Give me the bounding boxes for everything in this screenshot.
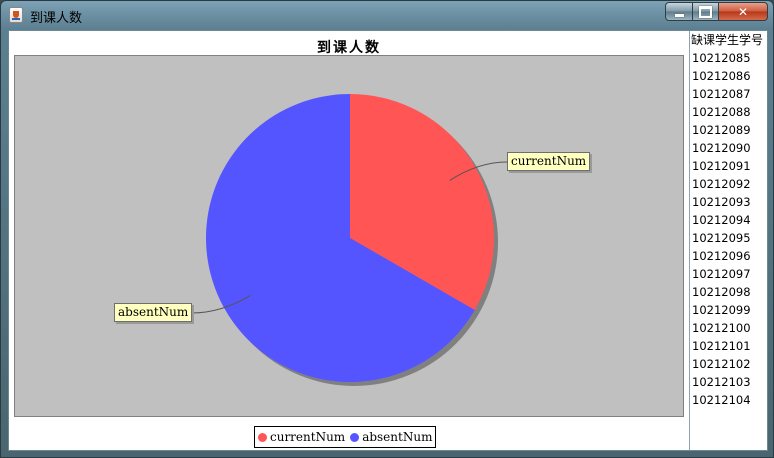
list-item[interactable]: 10212093 [690, 193, 767, 211]
legend-label-absentNum: absentNum [362, 430, 433, 444]
legend-item-currentNum: currentNum [258, 430, 345, 444]
minimize-icon [674, 13, 684, 17]
minimize-button[interactable] [665, 2, 693, 21]
chart-title: 到课人数 [317, 40, 381, 56]
java-cup-icon[interactable] [9, 7, 23, 23]
maximize-icon [699, 5, 712, 18]
list-item[interactable]: 10212104 [690, 391, 767, 409]
title-bar[interactable]: 到课人数 ✕ [1, 1, 773, 29]
list-item[interactable]: 10212086 [690, 67, 767, 85]
chart-panel: 到课人数 currentNum absentNum currentNum abs… [9, 31, 689, 450]
list-item[interactable]: 10212097 [690, 265, 767, 283]
window-title: 到课人数 [30, 11, 83, 26]
maximize-button[interactable] [692, 2, 719, 21]
close-button[interactable]: ✕ [718, 2, 768, 21]
legend-swatch-absentNum [350, 432, 360, 442]
pie-label-currentNum: currentNum [507, 152, 591, 171]
list-item[interactable]: 10212091 [690, 157, 767, 175]
content-panel: 到课人数 currentNum absentNum currentNum abs… [8, 30, 768, 451]
app-window: 到课人数 ✕ 到课人数 currentNum absentNum current… [0, 0, 774, 458]
list-item[interactable]: 10212098 [690, 283, 767, 301]
list-item[interactable]: 10212100 [690, 319, 767, 337]
chart-legend: currentNum absentNum [254, 426, 437, 448]
list-item[interactable]: 10212101 [690, 337, 767, 355]
pie-chart [191, 94, 508, 386]
list-item[interactable]: 10212089 [690, 121, 767, 139]
list-header: 缺课学生学号 [691, 33, 764, 47]
legend-swatch-currentNum [258, 432, 267, 442]
absent-student-list[interactable]: 缺课学生学号 10212085 10212086 10212087 10212088 1… [689, 31, 767, 450]
legend-label-currentNum: currentNum [270, 430, 346, 444]
list-item[interactable]: 10212096 [690, 247, 767, 265]
list-item[interactable]: 10212094 [690, 211, 767, 229]
pie-label-absentNum: absentNum [114, 303, 193, 322]
list-item[interactable]: 10212099 [690, 301, 767, 319]
list-item[interactable]: 10212103 [690, 373, 767, 391]
list-item[interactable]: 10212095 [690, 229, 767, 247]
list-item[interactable]: 10212092 [690, 175, 767, 193]
pie-plot-area: currentNum absentNum [14, 55, 684, 417]
list-item[interactable]: 10212087 [690, 85, 767, 103]
list-item[interactable]: 10212085 [690, 49, 767, 67]
close-icon: ✕ [737, 4, 749, 19]
list-item[interactable]: 10212090 [690, 139, 767, 157]
legend-item-absentNum: absentNum [350, 430, 432, 444]
list-item[interactable]: 10212102 [690, 355, 767, 373]
list-item[interactable]: 10212088 [690, 103, 767, 121]
